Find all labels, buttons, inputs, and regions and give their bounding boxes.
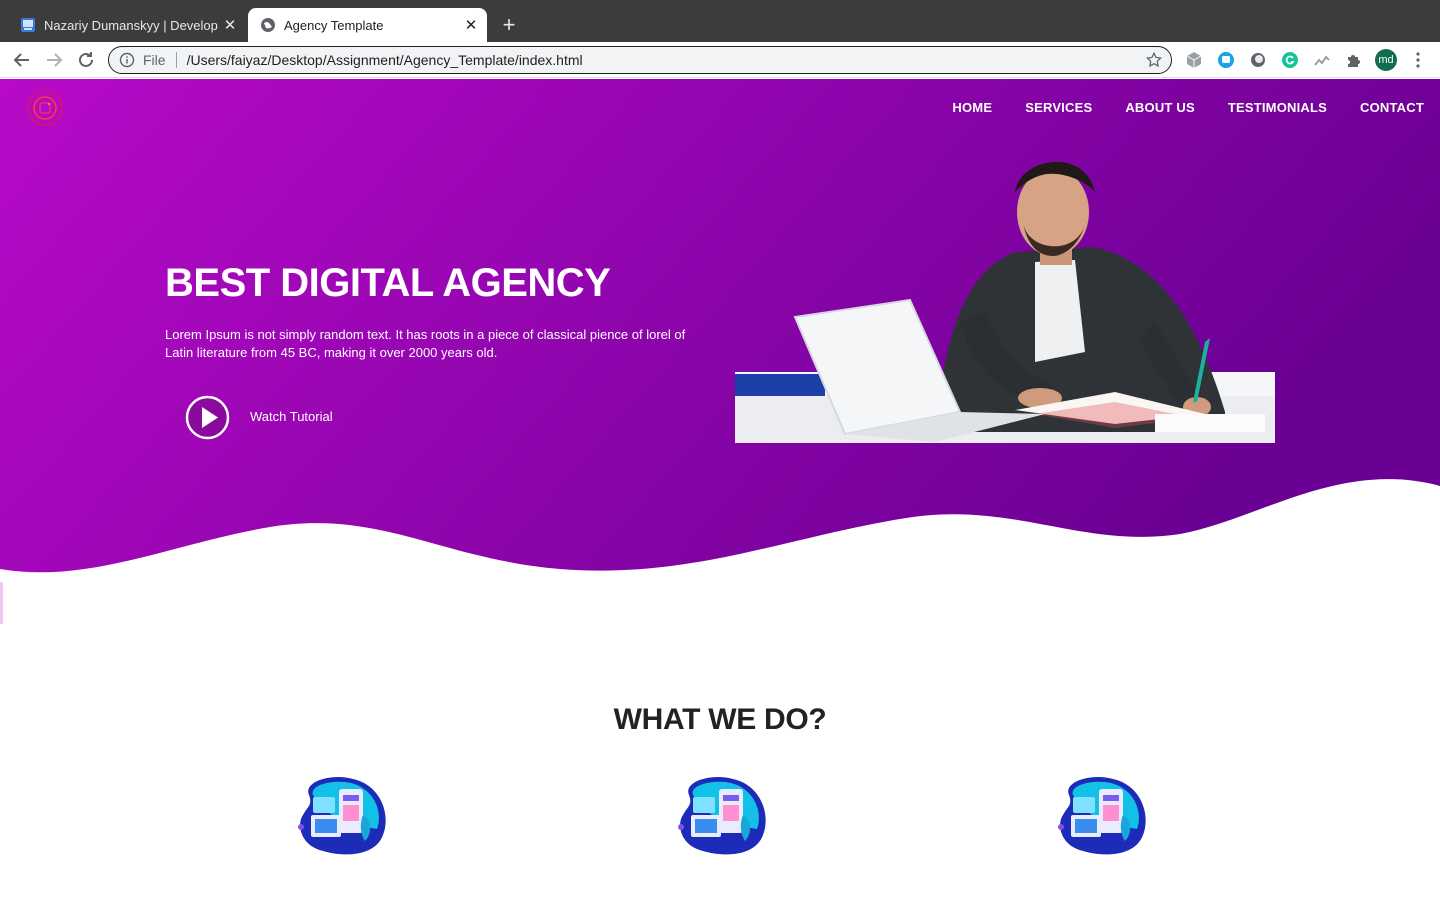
nav-home[interactable]: HOME [952,100,992,115]
grammarly-icon[interactable] [1280,50,1300,70]
address-bar[interactable]: File /Users/faiyaz/Desktop/Assignment/Ag… [108,46,1172,74]
main-navigation: HOME SERVICES ABOUT US TESTIMONIALS CONT… [952,100,1424,115]
portfolio-favicon-icon [21,18,35,32]
service-illustration-icon [678,776,766,855]
close-tab-icon[interactable]: ✕ [218,16,242,34]
close-tab-icon[interactable]: ✕ [459,16,483,34]
new-tab-button[interactable]: + [496,12,522,38]
hero-person-laptop-image [735,161,1275,443]
watch-tutorial-link[interactable]: Watch Tutorial [250,409,333,424]
url-text[interactable]: /Users/faiyaz/Desktop/Assignment/Agency_… [187,52,1145,68]
forward-arrow-icon[interactable] [42,48,66,72]
nav-testimonials[interactable]: TESTIMONIALS [1228,100,1327,115]
analytics-extension-icon[interactable] [1312,50,1332,70]
scroll-indicator [0,582,3,624]
nav-contact[interactable]: CONTACT [1360,100,1424,115]
puzzle-extensions-icon[interactable] [1344,50,1364,70]
service-illustration-icon [1058,776,1146,855]
omnibox-divider [175,52,177,68]
profile-avatar[interactable]: md [1375,49,1397,71]
info-icon[interactable] [119,52,135,68]
tab-active[interactable]: Agency Template ✕ [248,8,487,42]
brand-logo-icon[interactable] [26,89,64,127]
tab-title: Agency Template [284,17,384,33]
hero-title: BEST DIGITAL AGENCY [165,261,611,305]
tab-inactive[interactable]: Nazariy Dumanskyy | Developm ✕ [8,8,246,42]
web-page: HOME SERVICES ABOUT US TESTIMONIALS CONT… [0,79,1440,900]
nav-services[interactable]: SERVICES [1025,100,1092,115]
circle-extension-icon[interactable] [1248,50,1268,70]
globe-icon [261,18,275,32]
tab-title: Nazariy Dumanskyy | Developm [44,17,218,33]
play-icon[interactable] [185,395,230,440]
service-illustration-icon [298,776,386,855]
bookmark-star-icon[interactable] [1145,51,1163,69]
reload-icon[interactable] [74,48,98,72]
section-title-what-we-do: WHAT WE DO? [613,703,827,736]
cube-extension-icon[interactable] [1184,50,1204,70]
browser-toolbar: File /Users/faiyaz/Desktop/Assignment/Ag… [0,42,1440,78]
back-arrow-icon[interactable] [10,48,34,72]
hero-description: Lorem Ipsum is not simply random text. I… [165,327,686,360]
scheme-label: File [143,52,166,68]
browser-tabstrip: Nazariy Dumanskyy | Developm ✕ Agency Te… [0,0,1440,42]
blue-extension-icon[interactable] [1216,50,1236,70]
menu-kebab-icon[interactable] [1408,50,1428,70]
nav-about-us[interactable]: ABOUT US [1125,100,1195,115]
